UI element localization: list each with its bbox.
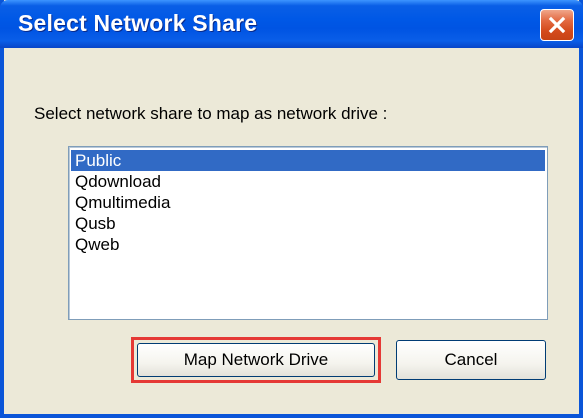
- close-button[interactable]: [540, 9, 574, 41]
- list-item-qmultimedia[interactable]: Qmultimedia: [71, 192, 545, 213]
- map-network-drive-label: Map Network Drive: [183, 350, 329, 369]
- title-bar[interactable]: Select Network Share: [0, 0, 583, 48]
- list-item-qweb[interactable]: Qweb: [71, 234, 545, 255]
- dialog-title: Select Network Share: [18, 10, 258, 36]
- map-network-drive-highlight: Map Network Drive: [131, 337, 381, 383]
- close-icon: [547, 15, 567, 35]
- prompt-label: Select network share to map as network d…: [34, 104, 388, 123]
- network-share-list[interactable]: Public Qdownload Qmultimedia Qusb Qweb: [68, 146, 548, 320]
- map-network-drive-button[interactable]: Map Network Drive: [137, 343, 375, 377]
- list-item-qdownload[interactable]: Qdownload: [71, 171, 545, 192]
- list-item-qusb[interactable]: Qusb: [71, 213, 545, 234]
- cancel-label: Cancel: [444, 350, 498, 369]
- list-item-public[interactable]: Public: [71, 150, 545, 171]
- cancel-button[interactable]: Cancel: [396, 340, 546, 380]
- select-network-share-dialog: Select Network Share Select network shar…: [0, 0, 583, 418]
